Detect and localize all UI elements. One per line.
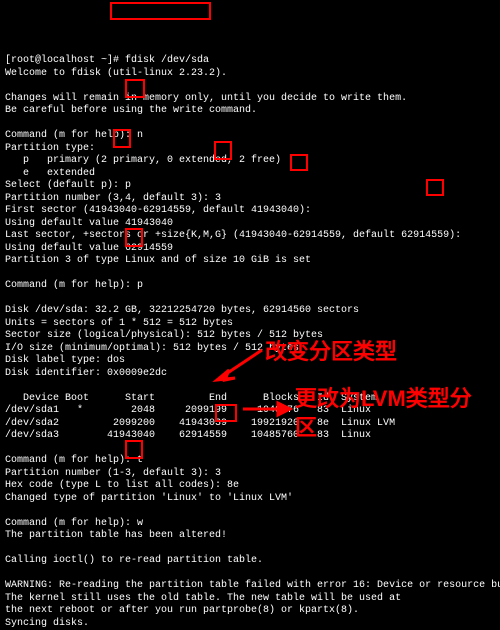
hex-pnum: Partition number (1-3, default 3): 3	[5, 468, 221, 479]
table-row: /dev/sda3 41943040 62914559 10485760 83 …	[5, 430, 371, 441]
ptype-header: Partition type:	[5, 143, 95, 154]
select-prompt: Select (default p):	[5, 180, 125, 191]
fdisk-prompt: Command (m for help):	[5, 280, 137, 291]
info-line: Changes will remain in memory only, unti…	[5, 93, 407, 104]
user-input[interactable]: p	[125, 180, 131, 191]
disk-info: Disk label type: dos	[5, 355, 125, 366]
welcome-line: Welcome to fdisk (util-linux 2.23.2).	[5, 68, 227, 79]
user-input[interactable]: 8e	[227, 480, 239, 491]
fdisk-prompt: Command (m for help):	[5, 130, 137, 141]
shell-command: # fdisk /dev/sda	[113, 55, 209, 66]
partition-created: Partition 3 of type Linux and of size 10…	[5, 255, 311, 266]
ptype-extended: e extended	[5, 168, 95, 179]
warning-line: WARNING: Re-reading the partition table …	[5, 580, 500, 591]
pnum-prompt: Partition number (3,4, default 3):	[5, 193, 215, 204]
warning-line: Syncing disks.	[5, 618, 89, 629]
last-sector-prompt: Last sector, +sectors or +size{K,M,G} (4…	[5, 230, 467, 241]
first-sector-prompt: First sector (41943040-62914559, default…	[5, 205, 317, 216]
user-input[interactable]: w	[137, 518, 143, 529]
warning-line: The kernel still uses the old table. The…	[5, 593, 401, 604]
warning-line: the next reboot or after you run partpro…	[5, 605, 359, 616]
user-input[interactable]: p	[137, 280, 143, 291]
disk-info: Units = sectors of 1 * 512 = 512 bytes	[5, 318, 233, 329]
fdisk-prompt: Command (m for help):	[5, 455, 137, 466]
ioctl-line: Calling ioctl() to re-read partition tab…	[5, 555, 263, 566]
highlight-last-sector-blank	[426, 179, 444, 196]
user-input[interactable]: t	[137, 455, 143, 466]
table-header: Device Boot Start End Blocks Id System	[5, 393, 377, 404]
table-row: /dev/sda2 2099200 41943039 19921920 8e L…	[5, 418, 395, 429]
user-input[interactable]: 3	[215, 193, 221, 204]
info-line: Be careful before using the write comman…	[5, 105, 257, 116]
fdisk-prompt: Command (m for help):	[5, 518, 137, 529]
disk-info: I/O size (minimum/optimal): 512 bytes / …	[5, 343, 299, 354]
hex-prompt: Hex code (type L to list all codes):	[5, 480, 227, 491]
disk-info: Sector size (logical/physical): 512 byte…	[5, 330, 323, 341]
user-input[interactable]: n	[137, 130, 143, 141]
disk-info: Disk /dev/sda: 32.2 GB, 32212254720 byte…	[5, 305, 359, 316]
highlight-fdisk-command	[110, 2, 211, 20]
default-value: Using default value 62914559	[5, 243, 173, 254]
changed-line: Changed type of partition 'Linux' to 'Li…	[5, 493, 293, 504]
default-value: Using default value 41943040	[5, 218, 173, 229]
ptype-primary: p primary (2 primary, 0 extended, 2 free…	[5, 155, 281, 166]
disk-info: Disk identifier: 0x0009e2dc	[5, 368, 167, 379]
table-row: /dev/sda1 * 2048 2099199 1048576 83 Linu…	[5, 405, 371, 416]
prompt-prefix: [root@localhost ~]	[5, 55, 113, 66]
highlight-first-sector-blank	[290, 154, 308, 171]
altered-line: The partition table has been altered!	[5, 530, 227, 541]
